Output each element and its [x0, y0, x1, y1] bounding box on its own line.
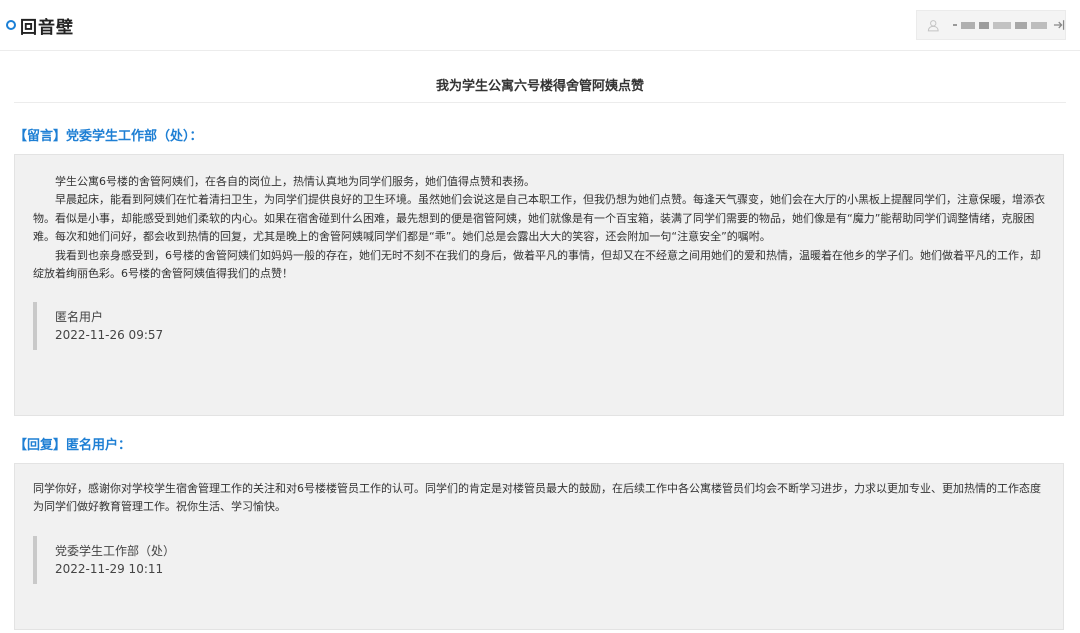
message-signature: 匿名用户 2022-11-26 09:57 [33, 302, 1045, 351]
reply-paragraph-1: 同学你好，感谢你对学校学生宿舍管理工作的关注和对6号楼楼管员工作的认可。同学们的… [33, 482, 1041, 514]
message-author: 匿名用户 [55, 310, 104, 325]
reply-time: 2022-11-29 10:11 [55, 561, 164, 576]
message-card: 学生公寓6号楼的舍管阿姨们，在各自的岗位上，热情认真地为同学们服务，她们值得点赞… [14, 154, 1064, 416]
top-bar: 回音壁 [0, 0, 1080, 51]
message-paragraph-2: 早晨起床，能看到阿姨们在忙着清扫卫生，为同学们提供良好的卫生环境。虽然她们会说这… [33, 193, 1045, 244]
reply-label: 【回复】匿名用户： [14, 438, 132, 453]
app-title: 回音壁 [20, 17, 74, 38]
message-label: 【留言】党委学生工作部（处）： [14, 129, 203, 144]
message-paragraph-3: 我看到也亲身感受到，6号楼的舍管阿姨们如妈妈一般的存在，她们无时不刻不在我们的身… [33, 248, 1041, 281]
logout-icon[interactable] [1053, 19, 1065, 31]
reply-signature: 党委学生工作部（处） 2022-11-29 10:11 [33, 535, 1045, 584]
message-time: 2022-11-26 09:57 [55, 328, 164, 343]
user-icon [927, 19, 939, 31]
message-paragraph-1: 学生公寓6号楼的舍管阿姨们，在各自的岗位上，热情认真地为同学们服务，她们值得点赞… [55, 175, 535, 188]
user-menu[interactable] [916, 10, 1066, 40]
brand: 回音壁 [6, 13, 74, 38]
ring-icon [6, 20, 16, 30]
reply-card: 同学你好，感谢你对学校学生宿舍管理工作的关注和对6号楼楼管员工作的认可。同学们的… [14, 463, 1064, 630]
redacted-username [953, 21, 1048, 29]
page-title: 我为学生公寓六号楼得舍管阿姨点赞 [14, 51, 1066, 103]
reply-author: 党委学生工作部（处） [55, 543, 176, 558]
